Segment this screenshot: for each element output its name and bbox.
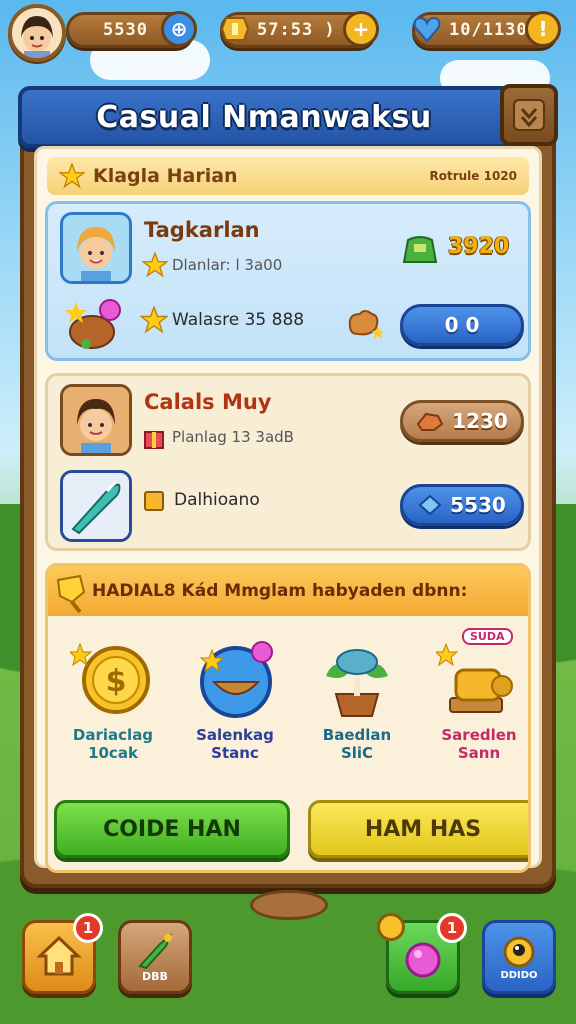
orb-bowl-icon: [199, 641, 273, 718]
star-icon: [140, 306, 168, 334]
panel-title: Casual Nmanwaksu: [96, 99, 432, 135]
mission-2-item-text: Dalhioano: [174, 490, 260, 510]
collect-label: COIDE HAN: [103, 816, 241, 842]
mission-card-2: Calals Muy Planlag 13 3adB 1230 Dalhioan…: [45, 373, 531, 551]
reward-orb-line2: Stanc: [211, 744, 259, 762]
reward-plant-line1: Baedlan: [322, 726, 392, 744]
energy-value: 57:53 ): [257, 20, 336, 40]
mission-1-avatar: [60, 212, 132, 284]
heart-gem-icon: [409, 11, 445, 47]
green-chest-icon: [402, 236, 438, 263]
reward-cannon-line2: Sann: [457, 744, 501, 762]
reward-coin-line1: Dariaclag: [72, 726, 154, 744]
close-button[interactable]: [500, 84, 558, 146]
box-icon: [144, 491, 164, 511]
crystal-icon: [418, 494, 442, 516]
mushroom-plant-icon: [326, 649, 388, 717]
profile-label: DDIDO: [500, 969, 538, 981]
nav-gem-button[interactable]: 1: [377, 913, 467, 994]
star-icon: [59, 163, 85, 189]
sword-icon: [138, 932, 173, 969]
energy-counter: 57:53 ) +: [217, 11, 379, 48]
mission-2-reward-button[interactable]: 1230: [400, 400, 524, 442]
cake-reward-icon: [65, 299, 121, 349]
nav-shop-button[interactable]: DBB: [118, 920, 192, 994]
golden-cannon-icon: [434, 642, 513, 713]
coin-icon: $: [68, 642, 150, 714]
star-icon: [142, 252, 168, 278]
reward-coin-line2: 10cak: [88, 744, 138, 762]
ore-icon: [416, 412, 444, 431]
clock-icon: ⊕: [170, 17, 188, 41]
daily-mission-panel: Casual Nmanwaksu Klagla Harian Rotrule 1…: [18, 84, 558, 888]
panel-title-banner: Casual Nmanwaksu: [18, 86, 510, 148]
reward-orb-line1: Salenkag: [196, 726, 274, 744]
mission-1-claim-button[interactable]: 0 0: [400, 304, 524, 346]
mission-1-reward: 3920: [448, 234, 510, 259]
panel-content: Klagla Harian Rotrule 1020 Tagkarlan Dla…: [34, 146, 542, 873]
home-notification-badge: 1: [73, 913, 103, 943]
add-coins-button[interactable]: ⊕: [161, 11, 197, 47]
trophy-icon: [56, 574, 86, 614]
nav-profile-button[interactable]: DDIDO: [482, 920, 556, 994]
close-icon: [513, 99, 545, 131]
nav-home-button[interactable]: 1: [22, 913, 103, 994]
gem-notification-badge: 1: [437, 913, 467, 943]
cookie-icon: [348, 310, 384, 339]
coins-value: 5530: [103, 20, 148, 40]
mission-2-item: [60, 470, 132, 542]
daily-timer: Rotrule 1020: [429, 169, 517, 183]
hearts-counter: 10/1130 !: [409, 11, 561, 48]
rewards-header: HADIAL8 Kád Mmglam habyaden dbnn:: [48, 566, 528, 616]
rewards-heading: HADIAL8 Kád Mmglam habyaden dbnn:: [92, 581, 468, 601]
collect-button[interactable]: COIDE HAN: [54, 800, 290, 858]
mission-2-claim-button[interactable]: 5530: [400, 484, 524, 526]
mission-2-avatar: [60, 384, 132, 456]
mission-1-claim-label: 0 0: [444, 313, 480, 337]
secondary-button[interactable]: HAM HAS: [308, 800, 528, 858]
add-hearts-button[interactable]: !: [525, 11, 561, 47]
player-avatar[interactable]: [8, 4, 66, 62]
mission-2-claim-label: 5530: [450, 493, 506, 517]
rewards-section: HADIAL8 Kád Mmglam habyaden dbnn: $ Dari…: [45, 563, 531, 873]
top-resource-bar: 5530 ⊕ 57:53 ) + 10/1130 !: [0, 0, 576, 64]
svg-text:$: $: [106, 664, 127, 699]
reward-cannon[interactable]: SUDA Saredlen Sann: [420, 628, 528, 762]
reward-plant[interactable]: Baedlan SliC: [298, 636, 416, 762]
reward-cannon-line1: Saredlen: [441, 726, 517, 744]
tree-stump: [250, 890, 328, 920]
gem-orb-icon: [405, 942, 441, 978]
daily-header: Klagla Harian Rotrule 1020: [47, 157, 529, 195]
secondary-label: HAM HAS: [364, 816, 482, 842]
house-icon: [36, 935, 82, 976]
mission-1-title: Tagkarlan: [144, 218, 260, 242]
add-energy-button[interactable]: +: [343, 11, 379, 47]
daily-heading: Klagla Harian: [93, 165, 238, 187]
reward-orb[interactable]: Salenkag Stanc: [176, 636, 294, 762]
mission-card-1: Tagkarlan Dlanlar: l 3a00 3920 Walasre 3…: [45, 201, 531, 361]
mission-1-progress-text: Walasre 35 888: [172, 310, 305, 330]
gift-icon: [144, 431, 164, 449]
clock-icon: [377, 913, 405, 941]
mission-2-reward: 1230: [452, 409, 508, 433]
hearts-value: 10/1130: [449, 20, 528, 40]
reward-cannon-tag: SUDA: [462, 628, 513, 645]
eye-orb-icon: [503, 936, 535, 967]
shop-label: DBB: [142, 969, 168, 983]
coins-counter: 5530 ⊕: [66, 11, 197, 48]
mission-2-subtitle: Planlag 13 3adB: [172, 428, 294, 446]
mission-1-subtitle: Dlanlar: l 3a00: [172, 256, 283, 274]
reward-coin[interactable]: $ Dariaclag 10cak: [54, 636, 172, 762]
reward-plant-line2: SliC: [340, 744, 374, 762]
lightning-icon: [217, 11, 253, 47]
mission-2-title: Calals Muy: [144, 390, 272, 414]
